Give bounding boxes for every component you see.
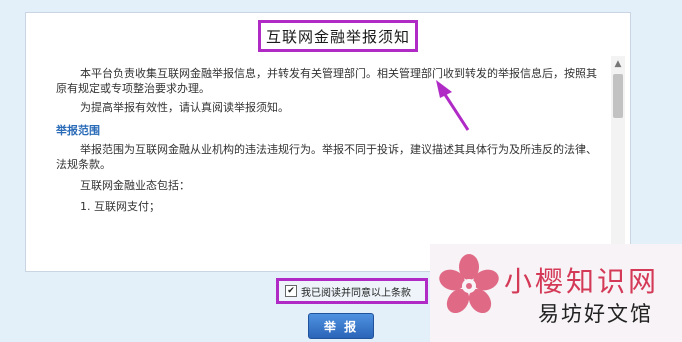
page-title-text: 互联网金融举报须知 xyxy=(265,27,410,46)
watermark-title: 小樱知识网 xyxy=(504,265,660,298)
scrollbar[interactable]: ▲ xyxy=(611,56,625,264)
reminder-paragraph: 为提高举报有效性，请认真阅读举报须知。 xyxy=(80,101,289,114)
page-title: 互联网金融举报须知 xyxy=(258,20,418,52)
submit-report-button[interactable]: 举 报 xyxy=(308,313,374,339)
agree-checkbox-row[interactable]: ✔ 我已阅读并同意以上条款 xyxy=(276,278,428,304)
scroll-thumb[interactable] xyxy=(613,74,623,118)
agree-label: 我已阅读并同意以上条款 xyxy=(301,287,411,299)
watermark: 小樱知识网 易坊好文馆 xyxy=(430,244,682,342)
submit-button-label: 举 报 xyxy=(323,319,359,334)
cherry-blossom-icon xyxy=(439,254,499,314)
section-heading: 举报范围 xyxy=(56,124,100,137)
list-item: 1. 互联网支付； xyxy=(80,200,160,213)
scope-paragraph: 举报范围为互联网金融从业机构的违法违规行为。举报不同于投诉，建议描述其具体行为及… xyxy=(56,143,597,171)
chevron-up-icon[interactable]: ▲ xyxy=(611,58,625,70)
check-icon[interactable]: ✔ xyxy=(285,285,297,297)
watermark-subtitle: 易坊好文馆 xyxy=(538,302,653,326)
intro-paragraph: 本平台负责收集互联网金融举报信息，并转发有关管理部门。相关管理部门收到转发的举报… xyxy=(56,67,597,95)
types-paragraph: 互联网金融业态包括： xyxy=(80,179,190,192)
notice-content: 本平台负责收集互联网金融举报信息，并转发有关管理部门。相关管理部门收到转发的举报… xyxy=(56,66,606,214)
